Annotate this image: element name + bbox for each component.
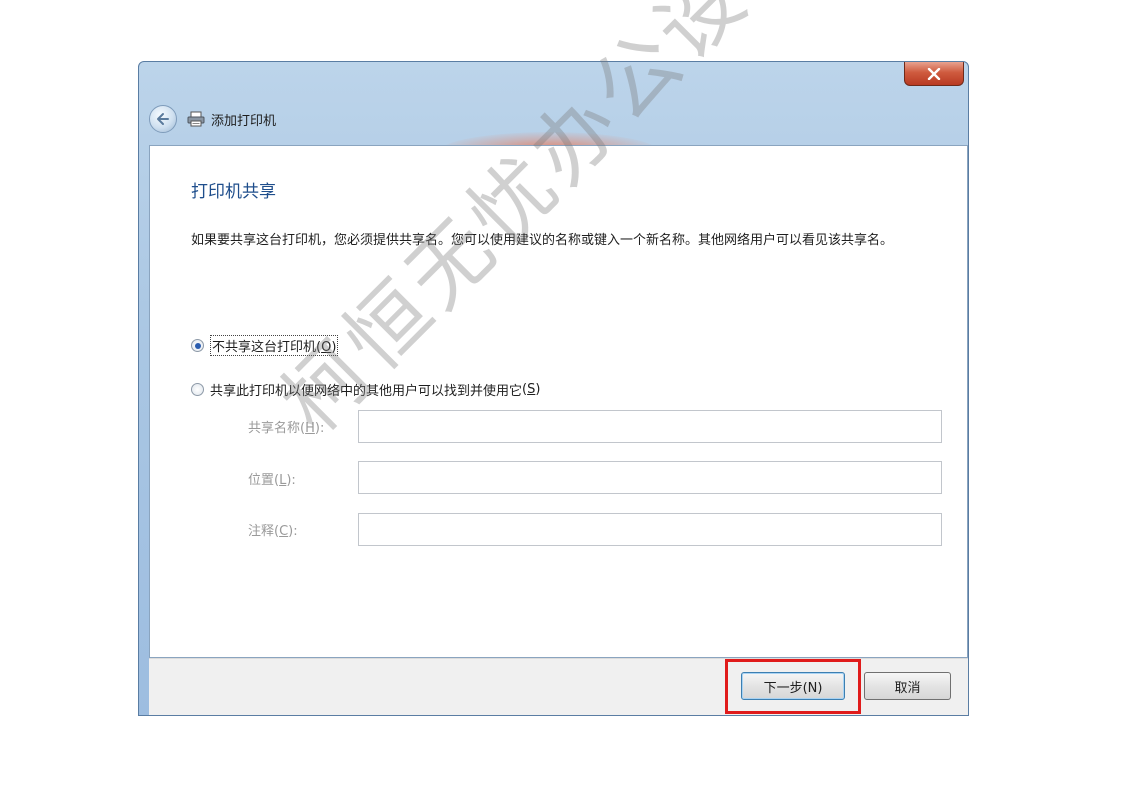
footer-bar: 下一步(N) 取消 <box>149 658 968 715</box>
radio-button-unselected[interactable] <box>191 383 204 396</box>
share-name-input[interactable] <box>358 410 942 443</box>
radio-share-accel: S <box>527 382 536 397</box>
back-arrow-icon <box>157 113 169 125</box>
radio-share[interactable]: 共享此打印机以便网络中的其他用户可以找到并使用它(S) <box>191 380 540 399</box>
radio-share-label: 共享此打印机以便网络中的其他用户可以找到并使用它 <box>210 384 523 399</box>
location-label: 位置(L): <box>248 473 296 488</box>
radio-no-share[interactable]: 不共享这台打印机(O) <box>191 335 339 356</box>
nav-bar: 添加打印机 <box>149 104 276 134</box>
comment-label: 注释(C): <box>248 524 298 539</box>
add-printer-window: 添加打印机 打印机共享 如果要共享这台打印机，您必须提供共享名。您可以使用建议的… <box>138 61 969 716</box>
location-input[interactable] <box>358 461 942 494</box>
radio-button-selected[interactable] <box>191 339 204 352</box>
next-button[interactable]: 下一步(N) <box>741 672 845 700</box>
window-title: 添加打印机 <box>211 113 277 129</box>
radio-no-share-accel: O <box>321 340 332 355</box>
radio-no-share-label-wrap: 不共享这台打印机(O) <box>210 335 339 356</box>
cancel-button[interactable]: 取消 <box>864 672 951 700</box>
description-text: 如果要共享这台打印机，您必须提供共享名。您可以使用建议的名称或键入一个新名称。其… <box>191 233 894 248</box>
content-panel: 打印机共享 如果要共享这台打印机，您必须提供共享名。您可以使用建议的名称或键入一… <box>149 145 968 658</box>
page-title: 打印机共享 <box>191 182 276 202</box>
back-button[interactable] <box>149 105 177 133</box>
radio-no-share-label: 不共享这台打印机 <box>212 340 317 355</box>
close-icon <box>927 67 941 80</box>
close-button[interactable] <box>904 62 964 86</box>
comment-input[interactable] <box>358 513 942 546</box>
share-name-label: 共享名称(H): <box>248 421 325 436</box>
printer-icon <box>187 111 205 127</box>
